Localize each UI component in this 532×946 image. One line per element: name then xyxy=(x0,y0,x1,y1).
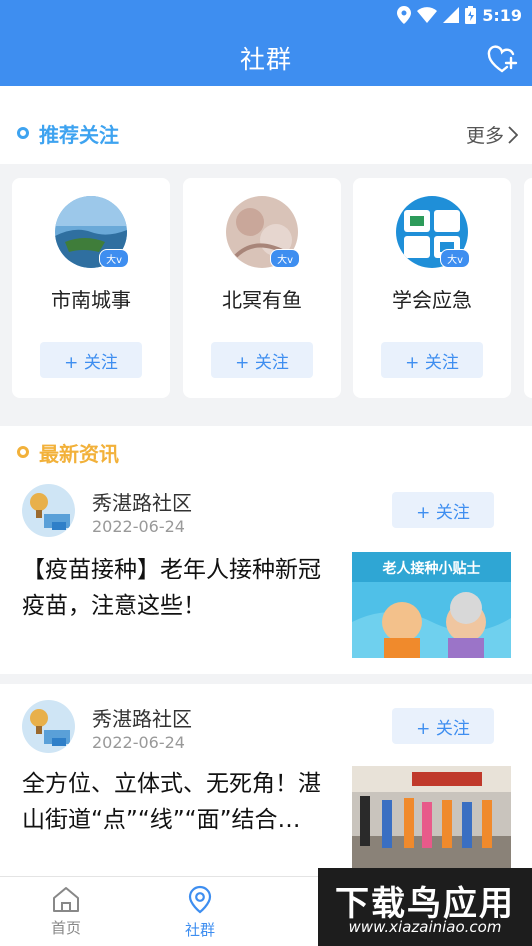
follow-button[interactable]: + 关注 xyxy=(211,342,313,378)
watermark-url: www.xiazainiao.com xyxy=(348,918,502,936)
news-thumbnail[interactable] xyxy=(352,766,511,872)
vip-badge: 大v xyxy=(99,249,129,268)
source-name: 秀湛路社区 xyxy=(92,491,192,515)
news-header: 最新资讯 xyxy=(0,430,532,474)
recommend-card-partial[interactable] xyxy=(524,178,532,398)
publish-date: 2022-06-24 xyxy=(92,517,185,536)
status-time: 5:19 xyxy=(482,5,522,25)
tab-home[interactable]: 首页 xyxy=(16,877,116,946)
top-bar: 5:19 社群 xyxy=(0,0,532,86)
watermark: 下载鸟应用 www.xiazainiao.com xyxy=(318,868,532,946)
recommend-card[interactable]: 大v 北冥有鱼 + 关注 xyxy=(183,178,341,398)
vip-badge: 大v xyxy=(270,249,300,268)
follow-button[interactable]: + 关注 xyxy=(392,708,494,744)
card-name: 学会应急 xyxy=(392,288,472,312)
news-item[interactable]: 秀湛路社区 2022-06-24 + 关注 全方位、立体式、无死角！湛山街道“点… xyxy=(0,684,532,876)
recommend-header: 推荐关注 更多 xyxy=(0,111,532,155)
more-link[interactable]: 更多 xyxy=(466,121,518,148)
chevron-right-icon xyxy=(508,125,518,144)
location-pin-icon xyxy=(188,885,212,914)
section-dot-icon xyxy=(17,127,29,139)
page-title: 社群 xyxy=(239,45,292,74)
thumbnail-caption: 老人接种小贴士 xyxy=(382,561,481,577)
location-icon xyxy=(397,6,412,24)
card-name: 北冥有鱼 xyxy=(222,288,302,312)
news-headline[interactable]: 全方位、立体式、无死角！湛山街道“点”“线”“面”结合… xyxy=(22,766,338,838)
divider xyxy=(0,674,532,684)
follow-button[interactable]: + 关注 xyxy=(392,492,494,528)
news-item[interactable]: 秀湛路社区 2022-06-24 + 关注 【疫苗接种】老年人接种新冠疫苗，注意… xyxy=(0,472,532,674)
more-label: 更多 xyxy=(465,125,504,147)
source-name: 秀湛路社区 xyxy=(92,707,192,731)
signal-icon xyxy=(443,7,460,23)
recommend-card[interactable]: 大v 学会应急 + 关注 xyxy=(353,178,511,398)
wifi-icon xyxy=(417,7,438,23)
recommend-title: 推荐关注 xyxy=(39,122,119,147)
tab-community[interactable]: 社群 xyxy=(150,877,250,946)
recommend-cards: 大v 市南城事 + 关注 大v 北冥有鱼 + 关注 大v 学会应急 + 关注 xyxy=(0,164,532,412)
tab-label: 首页 xyxy=(50,919,81,937)
source-avatar xyxy=(22,484,75,537)
card-name: 市南城事 xyxy=(51,288,131,312)
vip-badge: 大v xyxy=(440,249,470,268)
source-avatar xyxy=(22,700,75,753)
favorite-add-icon[interactable] xyxy=(486,44,518,74)
publish-date: 2022-06-24 xyxy=(92,733,185,752)
battery-icon xyxy=(465,6,477,24)
section-dot-icon xyxy=(17,446,29,458)
follow-button[interactable]: + 关注 xyxy=(40,342,142,378)
tab-label: 社群 xyxy=(184,921,215,939)
news-thumbnail[interactable]: 老人接种小贴士 xyxy=(352,552,511,658)
status-bar: 5:19 xyxy=(397,4,522,26)
home-icon xyxy=(53,887,79,912)
recommend-section: 推荐关注 更多 大v 市南城事 + 关注 大v 北冥有鱼 + 关注 大v 学会应… xyxy=(0,86,532,412)
follow-button[interactable]: + 关注 xyxy=(381,342,483,378)
news-title: 最新资讯 xyxy=(39,441,119,466)
news-headline[interactable]: 【疫苗接种】老年人接种新冠疫苗，注意这些！ xyxy=(22,552,338,624)
recommend-card[interactable]: 大v 市南城事 + 关注 xyxy=(12,178,170,398)
